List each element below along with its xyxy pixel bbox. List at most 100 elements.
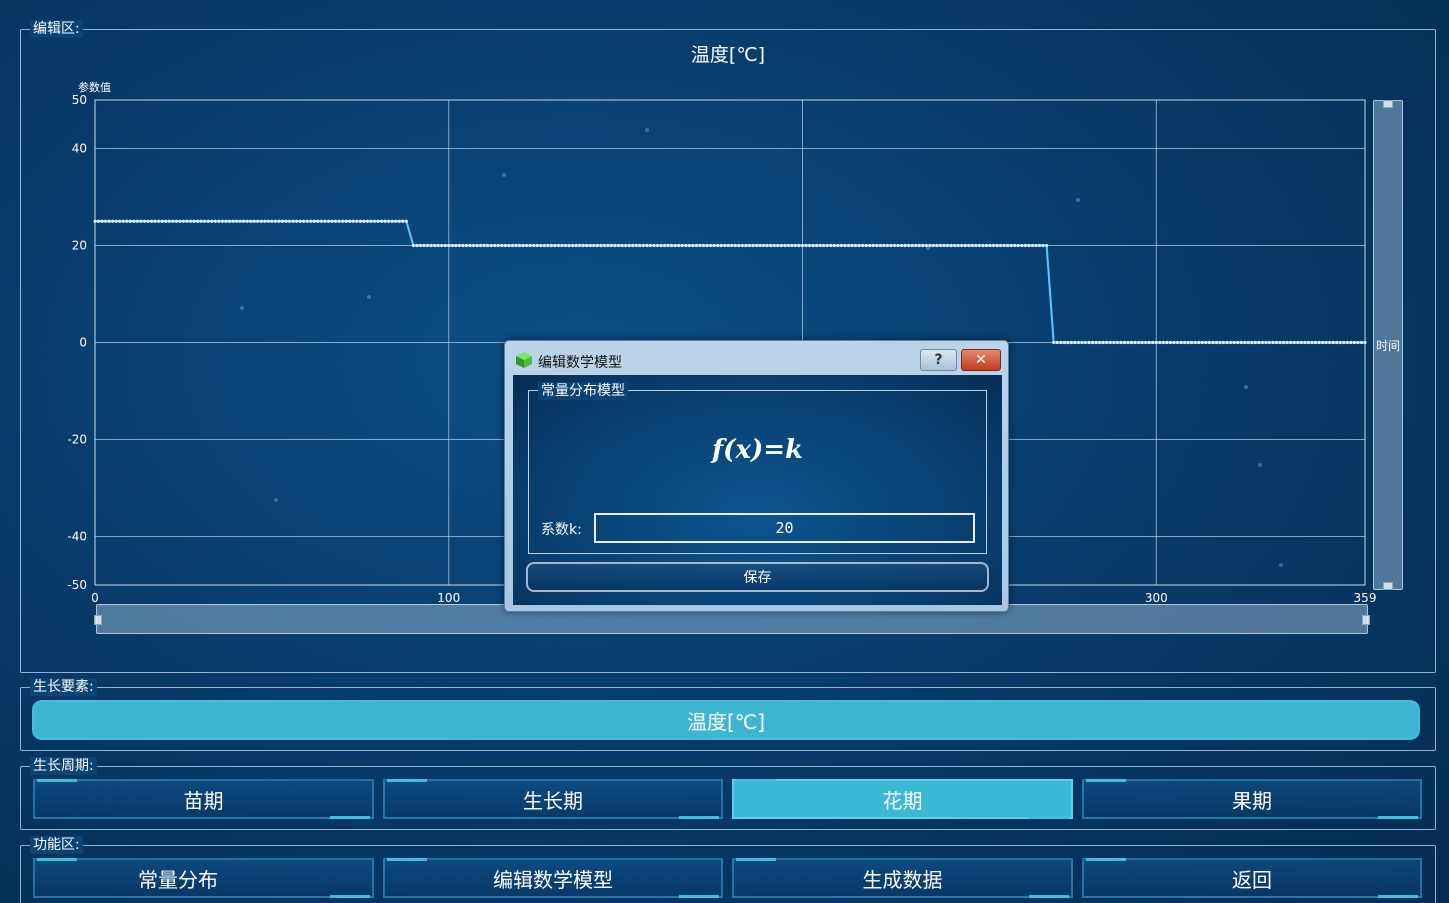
data-point (698, 243, 702, 248)
data-point (1271, 340, 1275, 345)
k-input[interactable] (594, 513, 975, 543)
data-point (1045, 243, 1049, 248)
data-point (379, 219, 384, 223)
edit-math-model-button[interactable]: 编辑数学模型 (383, 858, 723, 898)
data-point (517, 243, 522, 248)
data-point (1009, 243, 1013, 248)
data-point (995, 243, 999, 248)
data-point (1122, 340, 1127, 345)
data-point (1225, 340, 1229, 345)
data-point (443, 243, 447, 248)
data-point (348, 219, 352, 223)
constant-distribution-button[interactable]: 常量分布 (33, 858, 374, 898)
period-seedling-button[interactable]: 苗期 (33, 779, 374, 819)
data-point (1310, 340, 1314, 345)
data-point (754, 243, 759, 248)
data-point (861, 243, 865, 248)
growth-element-selector[interactable]: 温度[℃] (32, 700, 1420, 740)
data-point (390, 219, 394, 223)
close-button[interactable]: ✕ (961, 349, 1001, 371)
data-point (1239, 340, 1243, 345)
data-point (341, 219, 345, 223)
data-point (1158, 340, 1162, 345)
data-point (793, 243, 798, 248)
data-point (800, 243, 805, 248)
data-point (503, 243, 507, 248)
data-point (1098, 340, 1102, 345)
data-point (287, 219, 292, 223)
data-point (429, 243, 433, 248)
data-point (436, 243, 440, 248)
data-point (153, 219, 157, 223)
data-point (1055, 340, 1059, 345)
data-point (507, 243, 511, 248)
data-point (1282, 340, 1286, 345)
data-point (921, 243, 925, 248)
data-point (825, 243, 829, 248)
data-point (188, 219, 193, 223)
data-point (241, 219, 246, 223)
data-point (762, 243, 766, 248)
data-point (337, 219, 341, 223)
scroll-handle-top[interactable] (1383, 100, 1393, 108)
save-button[interactable]: 保存 (526, 562, 989, 592)
data-point (185, 219, 189, 223)
x-tick-label: 100 (437, 591, 460, 605)
help-button[interactable]: ? (920, 349, 957, 371)
data-point (1080, 340, 1084, 345)
data-point (195, 219, 200, 223)
data-point (560, 243, 564, 248)
data-point (549, 243, 553, 248)
data-point (765, 243, 769, 248)
data-point (178, 219, 182, 223)
period-flower-button[interactable]: 花期 (732, 779, 1073, 819)
data-point (740, 243, 744, 248)
data-point (790, 243, 794, 248)
cube-icon (516, 352, 532, 368)
data-point (461, 243, 465, 248)
data-point (401, 219, 405, 223)
scroll-handle-left[interactable] (94, 615, 102, 625)
data-point (602, 243, 607, 248)
data-point (747, 243, 752, 248)
data-point (850, 243, 854, 248)
data-point (1289, 340, 1293, 345)
data-point (570, 243, 575, 248)
data-point (535, 243, 539, 248)
data-point (234, 219, 239, 223)
data-point (475, 243, 479, 248)
data-point (924, 243, 928, 248)
data-point (510, 243, 515, 248)
data-point (514, 243, 518, 248)
scroll-handle-bottom[interactable] (1383, 582, 1393, 590)
scroll-handle-right[interactable] (1362, 615, 1370, 625)
data-point (949, 243, 953, 248)
data-point (907, 243, 911, 248)
data-point (1101, 340, 1105, 345)
return-button[interactable]: 返回 (1082, 858, 1422, 898)
data-point (1345, 340, 1349, 345)
data-point (953, 243, 957, 248)
data-point (556, 243, 561, 248)
vertical-scrollbar[interactable]: 时间 (1373, 100, 1403, 590)
data-point (652, 243, 656, 248)
data-point (797, 243, 801, 248)
data-point (365, 219, 369, 223)
data-point (871, 243, 875, 248)
data-point (1236, 340, 1240, 345)
data-point (673, 243, 677, 248)
period-growth-button[interactable]: 生长期 (383, 779, 723, 819)
data-point (1228, 340, 1233, 345)
data-point (203, 219, 207, 223)
data-point (164, 219, 168, 223)
period-fruit-button[interactable]: 果期 (1082, 779, 1422, 819)
data-point (818, 243, 822, 248)
data-point (970, 243, 974, 248)
data-point (1182, 340, 1187, 345)
growth-element-label: 温度[℃] (686, 709, 766, 734)
data-point (1299, 340, 1303, 345)
generate-data-button[interactable]: 生成数据 (732, 858, 1073, 898)
data-point (1175, 340, 1180, 345)
data-point (1083, 340, 1088, 345)
data-point (677, 243, 681, 248)
